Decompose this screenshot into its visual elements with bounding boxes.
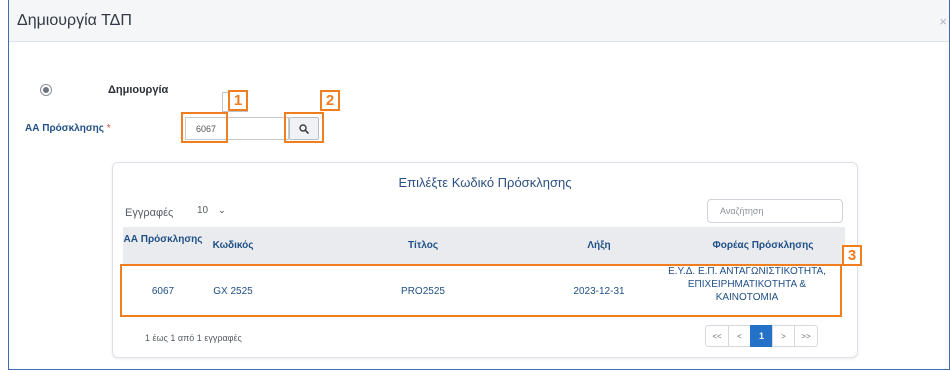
table-info: 1 έως 1 από 1 εγγραφές <box>145 333 242 343</box>
table-header: ΑΑ Πρόσκλησης Κωδικός Τίτλος Λήξη Φορέας… <box>123 227 845 265</box>
call-select-panel: Επιλέξτε Κωδικό Πρόσκλησης Εγγραφές 10 ⌄ … <box>112 162 858 358</box>
create-radio-button[interactable] <box>40 84 52 96</box>
create-radio-label: Δημιουργία <box>108 84 169 96</box>
call-number-label: ΑΑ Πρόσκλησης * <box>25 123 111 134</box>
table-search-input[interactable] <box>707 199 843 223</box>
page-1-button[interactable]: 1 <box>750 325 773 347</box>
page-length-label: Εγγραφές <box>125 207 174 219</box>
required-mark: * <box>106 123 111 134</box>
callout-badge-3: 3 <box>842 245 862 266</box>
pagination: << < 1 > >> <box>705 325 818 347</box>
page-length-select[interactable]: 10 ⌄ <box>197 205 226 216</box>
page-first-button[interactable]: << <box>705 325 729 347</box>
chevron-down-icon: ⌄ <box>218 205 226 215</box>
close-icon[interactable]: × <box>939 14 947 29</box>
col-title[interactable]: Τίτλος <box>393 240 453 251</box>
col-aa[interactable]: ΑΑ Πρόσκλησης <box>123 234 203 245</box>
callout-badge-2: 2 <box>320 90 340 111</box>
callout-badge-1: 1 <box>228 90 248 111</box>
callout-box-2 <box>284 112 324 143</box>
panel-title: Επιλέξτε Κωδικό Πρόσκλησης <box>398 175 572 190</box>
callout-box-3 <box>120 264 842 317</box>
page-prev-button[interactable]: < <box>728 325 751 347</box>
col-code[interactable]: Κωδικός <box>211 240 255 251</box>
col-body[interactable]: Φορέας Πρόσκλησης <box>683 240 843 251</box>
modal-header: Δημιουργία ΤΔΠ × <box>9 0 949 42</box>
page-next-button[interactable]: > <box>772 325 795 347</box>
modal-title: Δημιουργία ΤΔΠ <box>17 11 132 29</box>
page-last-button[interactable]: >> <box>794 325 818 347</box>
col-expiry[interactable]: Λήξη <box>579 240 619 251</box>
callout-box-1 <box>181 112 228 143</box>
